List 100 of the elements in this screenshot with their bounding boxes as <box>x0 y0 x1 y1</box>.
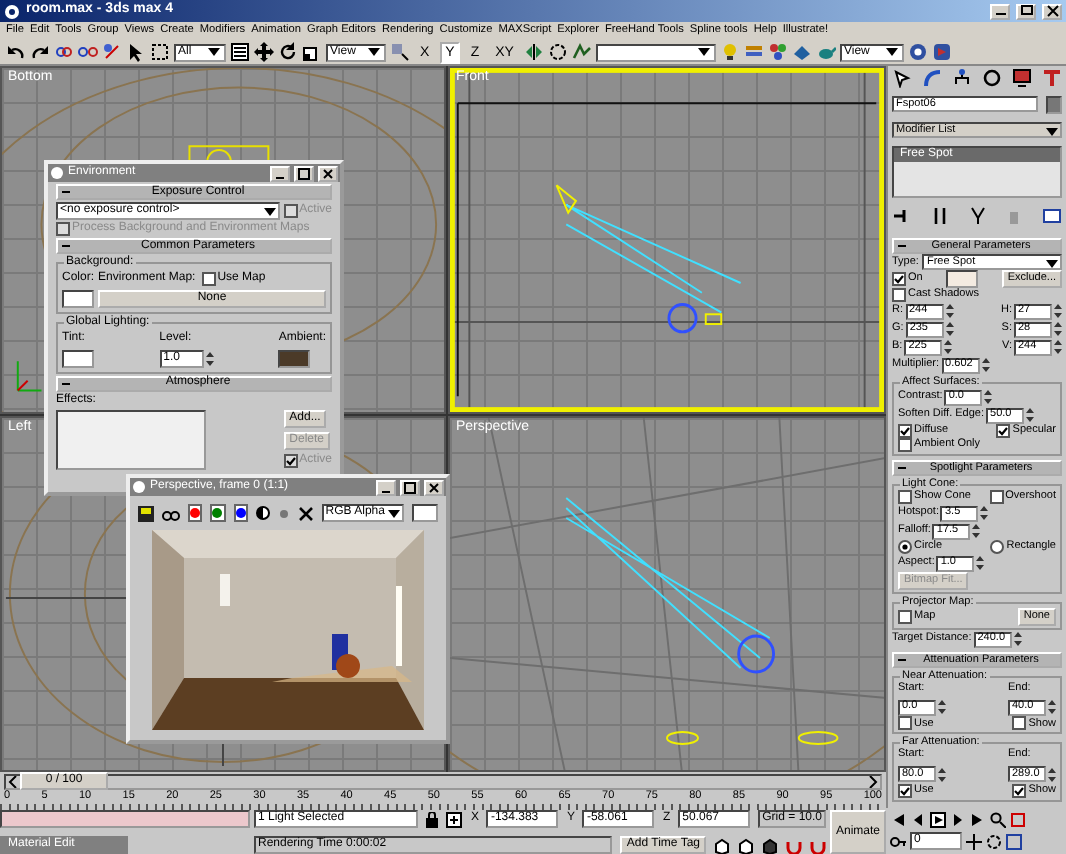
spinner-arrows-icon[interactable] <box>981 356 990 374</box>
channel-toggle[interactable] <box>188 504 203 522</box>
spinner-arrows-icon[interactable] <box>945 320 954 338</box>
move-icon[interactable] <box>254 42 274 62</box>
spinner-arrows-icon[interactable] <box>1054 302 1062 320</box>
spinner-arrows-icon[interactable] <box>1054 338 1062 356</box>
color-swatch[interactable] <box>62 289 94 308</box>
radio-button[interactable] <box>898 540 912 554</box>
render-icon[interactable] <box>907 42 928 62</box>
pin-icon[interactable] <box>892 206 912 226</box>
spinner-arrows-icon[interactable] <box>1048 765 1056 784</box>
channel-toggle[interactable] <box>233 504 248 522</box>
spinner-arrows-icon[interactable] <box>976 554 985 572</box>
checkbox[interactable] <box>898 716 912 731</box>
checkbox[interactable] <box>892 288 906 302</box>
mirror-icon[interactable] <box>523 42 544 62</box>
effects-list[interactable] <box>56 409 206 470</box>
zoom-icon[interactable] <box>990 812 1006 828</box>
teapot-icon[interactable] <box>815 42 836 62</box>
checkbox[interactable] <box>898 610 912 624</box>
hammer-icon[interactable] <box>1042 68 1062 88</box>
unlink-icon[interactable] <box>78 42 98 62</box>
spheres-icon[interactable] <box>767 42 788 62</box>
close-button[interactable] <box>424 479 444 495</box>
minimize-button[interactable] <box>270 165 290 181</box>
checkbox[interactable] <box>898 490 912 504</box>
zoom-all-icon[interactable] <box>1010 812 1026 828</box>
spinner-arrows-icon[interactable] <box>1048 698 1056 717</box>
go-start-icon[interactable] <box>890 812 906 828</box>
mono-icon[interactable] <box>255 506 270 520</box>
hierarchy-icon[interactable] <box>952 68 972 88</box>
clear-icon[interactable] <box>297 505 314 521</box>
minimize-button[interactable] <box>990 3 1010 19</box>
radio-button[interactable] <box>990 540 1005 554</box>
dot-icon[interactable] <box>277 507 290 519</box>
color-swatch[interactable] <box>946 270 979 288</box>
orbit-icon[interactable] <box>986 833 1002 849</box>
redo-icon[interactable] <box>30 42 50 62</box>
spinner-arrows-icon[interactable] <box>938 765 946 784</box>
scale-icon[interactable] <box>302 42 322 62</box>
maximize-button[interactable] <box>400 479 420 495</box>
list-icon[interactable] <box>230 42 250 62</box>
play-icon[interactable] <box>930 812 946 828</box>
maximize-button[interactable] <box>294 165 314 181</box>
link-icon[interactable] <box>54 42 74 62</box>
spinner-arrows-icon[interactable] <box>938 698 946 717</box>
checkbox[interactable] <box>898 438 912 452</box>
checkbox[interactable] <box>201 272 216 286</box>
spinner-arrows-icon[interactable] <box>205 349 214 368</box>
clone-icon[interactable] <box>162 505 180 521</box>
spinner-arrows-icon[interactable] <box>984 388 993 406</box>
color-swatch[interactable] <box>62 349 94 368</box>
magnet-icon[interactable] <box>786 837 802 853</box>
checkbox[interactable] <box>996 424 1011 438</box>
save-icon[interactable] <box>138 505 154 521</box>
array-icon[interactable] <box>547 42 568 62</box>
rotate-icon[interactable] <box>278 42 298 62</box>
bind-icon[interactable] <box>102 42 122 62</box>
spinner-arrows-icon[interactable] <box>972 522 981 540</box>
minimize-button[interactable] <box>376 479 396 495</box>
checkbox[interactable] <box>1012 716 1027 731</box>
quick-render-icon[interactable] <box>931 42 952 62</box>
circle-icon[interactable] <box>982 68 1002 88</box>
checkbox[interactable] <box>898 424 912 438</box>
named-selection-field[interactable] <box>595 43 716 61</box>
checkbox[interactable] <box>892 272 906 286</box>
maximize-button[interactable] <box>1016 3 1036 19</box>
region-select-icon[interactable] <box>150 42 170 62</box>
next-frame-icon[interactable] <box>950 812 966 828</box>
close-button[interactable] <box>318 165 338 181</box>
go-end-icon[interactable] <box>970 812 986 828</box>
color-swatch[interactable] <box>412 504 439 522</box>
layers-icon[interactable] <box>743 42 764 62</box>
spinner-arrows-icon[interactable] <box>945 302 953 320</box>
checkbox[interactable] <box>989 490 1004 504</box>
checkbox[interactable] <box>1012 783 1027 798</box>
spinner-arrows-icon[interactable] <box>980 504 989 522</box>
bars-icon[interactable] <box>929 206 950 226</box>
close-button[interactable] <box>1042 3 1062 19</box>
pivot-icon[interactable] <box>390 42 410 62</box>
prompt-field[interactable] <box>0 810 250 828</box>
key-icon[interactable] <box>890 833 906 849</box>
object-color-swatch[interactable] <box>1046 96 1062 114</box>
transform-mode-icon[interactable] <box>446 811 463 827</box>
spinner-arrows-icon[interactable] <box>944 338 953 356</box>
spinner-arrows-icon[interactable] <box>1026 406 1035 424</box>
channel-toggle[interactable] <box>210 504 226 522</box>
prev-frame-icon[interactable] <box>910 812 926 828</box>
lock-icon[interactable] <box>426 811 439 827</box>
fork-icon[interactable] <box>967 206 987 226</box>
color-swatch[interactable] <box>278 349 311 368</box>
monitor-icon[interactable] <box>1012 68 1032 88</box>
spinner-arrows-icon[interactable] <box>1013 630 1022 648</box>
cursor-icon[interactable] <box>126 42 146 62</box>
maximize-viewport-icon[interactable] <box>1006 833 1022 849</box>
pan-icon[interactable] <box>966 833 982 849</box>
bend-icon[interactable] <box>922 68 942 88</box>
light-icon[interactable] <box>719 42 740 62</box>
pointer-icon[interactable] <box>892 68 912 88</box>
undo-icon[interactable] <box>6 42 26 62</box>
